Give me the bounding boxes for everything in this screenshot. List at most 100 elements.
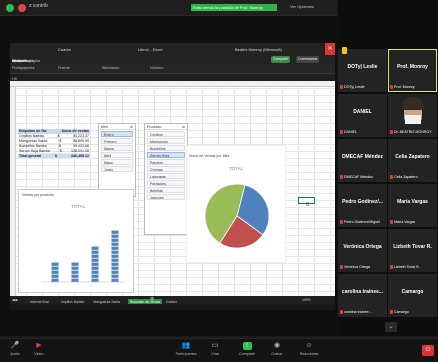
- excel-ribbon: Portapapeles Fuente Alineación Número: [10, 64, 335, 73]
- slicer-item[interactable]: Serum Hoja: [147, 152, 185, 158]
- slicer-item[interactable]: Parasoles: [147, 180, 185, 186]
- participant-caption: Dr. BEATRIZ MONROY: [390, 130, 432, 134]
- bar-segment: [51, 270, 59, 274]
- participant-tile[interactable]: DANIEL DANIEL: [338, 94, 387, 137]
- pivot-cell-value: 95,433.68: [73, 144, 89, 148]
- chat-button[interactable]: ▭ Chat: [206, 342, 224, 356]
- zoom-level[interactable]: 100%: [302, 298, 311, 302]
- share-button[interactable]: Compartir: [271, 56, 290, 63]
- pivot-cell-value: 138,001.08: [70, 149, 89, 153]
- slicer-item[interactable]: Mangueras: [147, 138, 185, 144]
- bar-segment: [111, 262, 119, 266]
- bar-chart-plot: [41, 230, 125, 283]
- video-button[interactable]: ▶ Video: [30, 342, 48, 356]
- participant-name: carolina trainee...: [341, 289, 384, 295]
- reactions-button[interactable]: ☺ Reacciones: [296, 342, 322, 356]
- bar[interactable]: [111, 230, 119, 282]
- participant-name: Verónica Ortega: [343, 244, 382, 250]
- participant-tile[interactable]: carolina trainee... carolina trainee...: [338, 274, 387, 317]
- excel-window: Cuadro Libro1 - Excel Beatriz Monroy (Mi…: [10, 43, 335, 304]
- bar-segment: [51, 262, 59, 266]
- slicer-mes[interactable]: Mes ⊘ Enero Febrero Marzo Abril Mayo Junio: [98, 123, 136, 197]
- selected-cell-value: 0: [306, 202, 309, 208]
- participant-caption: Celia Zapatero: [390, 175, 418, 179]
- row-headers[interactable]: [10, 87, 16, 296]
- reactions-label: Reacciones: [299, 352, 319, 356]
- slicer-item[interactable]: Junio: [101, 166, 133, 172]
- slicer-clear-icon[interactable]: ⊘: [182, 125, 185, 129]
- bar-segment: [91, 246, 99, 250]
- participant-caption: Pedro Godínez/Miguel: [340, 220, 380, 224]
- participant-tile[interactable]: Lizbeth Tovar R. Lizbeth Tovar R.: [388, 229, 437, 272]
- slicer-clear-icon[interactable]: ⊘: [130, 125, 133, 129]
- add-sheet-button[interactable]: ⊕: [150, 296, 154, 302]
- pivot-table[interactable]: Etiquetas de fila Suma de ventas Cepillo…: [18, 129, 90, 159]
- participant-tile[interactable]: Camargo Camargo: [388, 274, 437, 317]
- bar-segment: [71, 278, 79, 282]
- bar-segment: [71, 262, 79, 266]
- slicer-item[interactable]: Marzo: [101, 145, 133, 151]
- muted-mic-icon: [340, 130, 343, 134]
- slicer-producto[interactable]: Producto ⊘ Cepillos Mangueras Bombillos Seru…: [144, 123, 188, 235]
- slicer-item[interactable]: Enero: [101, 131, 133, 137]
- leave-meeting-button[interactable]: ⏻: [422, 345, 434, 356]
- slicer-item[interactable]: Cremas: [147, 166, 185, 172]
- participant-name: Camargo: [401, 289, 424, 295]
- participants-button[interactable]: 👥 Participantes: [170, 342, 202, 356]
- pivot-total-row: Total general $ 346,459.12: [18, 154, 90, 159]
- slicer-item[interactable]: Mayo: [101, 159, 133, 165]
- bar-segment: [111, 250, 119, 254]
- ribbon-group-clipboard[interactable]: Portapapeles: [12, 66, 34, 70]
- share-screen-button[interactable]: ↑ Compartir: [236, 342, 258, 356]
- slicer-item[interactable]: Cepillos: [147, 131, 185, 137]
- bar-segment: [111, 274, 119, 278]
- bar[interactable]: [51, 262, 59, 282]
- pie-chart[interactable]: Suma de Ventas por Mes TOTAL: [186, 145, 286, 263]
- gallery-scroll-down-icon[interactable]: ⌄: [385, 322, 397, 332]
- participant-tile[interactable]: Prof. Monroy Prof. Monroy: [388, 49, 437, 92]
- bar-chart[interactable]: Ventas por producto TOTAL: [18, 189, 134, 293]
- view-options-button[interactable]: Ver Opciones: [290, 4, 314, 9]
- slicer-item[interactable]: Botellas: [147, 187, 185, 193]
- zoom-logo-icon: [6, 4, 14, 12]
- comments-button[interactable]: Comentarios: [296, 56, 320, 63]
- bar-segment: [91, 270, 99, 274]
- bar[interactable]: [71, 262, 79, 282]
- zoom-window: z contrib Está viendo la pantalla de Pro…: [0, 0, 438, 362]
- slicer-item[interactable]: Paneles: [147, 159, 185, 165]
- excel-title-bar: Cuadro Libro1 - Excel Beatriz Monroy (Mi…: [10, 43, 335, 55]
- participant-name: Celia Zapatero: [395, 154, 430, 160]
- column-headers[interactable]: [10, 81, 335, 87]
- ribbon-group-alignment[interactable]: Alineación: [102, 66, 120, 70]
- participant-tile[interactable]: DMECAF Méndez DMECAF Méndez: [338, 139, 387, 182]
- formula-bar[interactable]: H6: [10, 73, 335, 81]
- slicer-item[interactable]: Bombillos: [147, 145, 185, 151]
- participant-tile[interactable]: Dr. BEATRIZ MONROY: [388, 94, 437, 137]
- slicer-item[interactable]: Febrero: [101, 138, 133, 144]
- participant-tile[interactable]: Celia Zapatero Celia Zapatero: [388, 139, 437, 182]
- muted-mic-icon: [340, 175, 343, 179]
- bar[interactable]: [91, 246, 99, 282]
- participant-tile[interactable]: María Vargas María Vargas: [388, 184, 437, 227]
- slicer-item[interactable]: Jabones: [147, 194, 185, 200]
- participant-tile[interactable]: Verónica Ortega Verónica Ortega: [338, 229, 387, 272]
- video-label: Video: [34, 352, 44, 356]
- ribbon-group-number[interactable]: Número: [150, 66, 164, 70]
- participant-tile[interactable]: Pedro Godínez/... Pedro Godínez/Miguel: [338, 184, 387, 227]
- sheet-tabs-bar: ◀ ▶ Informe final Cepillos Bambú Mangueras…: [10, 296, 335, 304]
- ribbon-group-font[interactable]: Fuente: [58, 66, 70, 70]
- participant-tile[interactable]: DOTy| Leslie DOTy| Leslie: [338, 49, 387, 92]
- bar-segment: [71, 270, 79, 274]
- slicer-item[interactable]: Lámparas: [147, 173, 185, 179]
- record-button[interactable]: ◉ Grabar: [268, 342, 286, 356]
- excel-close-button[interactable]: ✕: [325, 43, 335, 55]
- menu-item[interactable]: Power Pivot: [12, 59, 31, 63]
- sheet-nav-arrows[interactable]: ◀ ▶: [12, 298, 18, 302]
- bar-segment: [91, 274, 99, 278]
- bar-segment: [91, 266, 99, 270]
- participant-caption-text: DMECAF Méndez: [344, 174, 373, 179]
- zoom-app-title: z contrib: [29, 3, 48, 9]
- participant-caption-text: Camargo: [394, 309, 409, 314]
- slicer-item[interactable]: Abril: [101, 152, 133, 158]
- mute-button[interactable]: 🎤 Audio: [6, 342, 24, 356]
